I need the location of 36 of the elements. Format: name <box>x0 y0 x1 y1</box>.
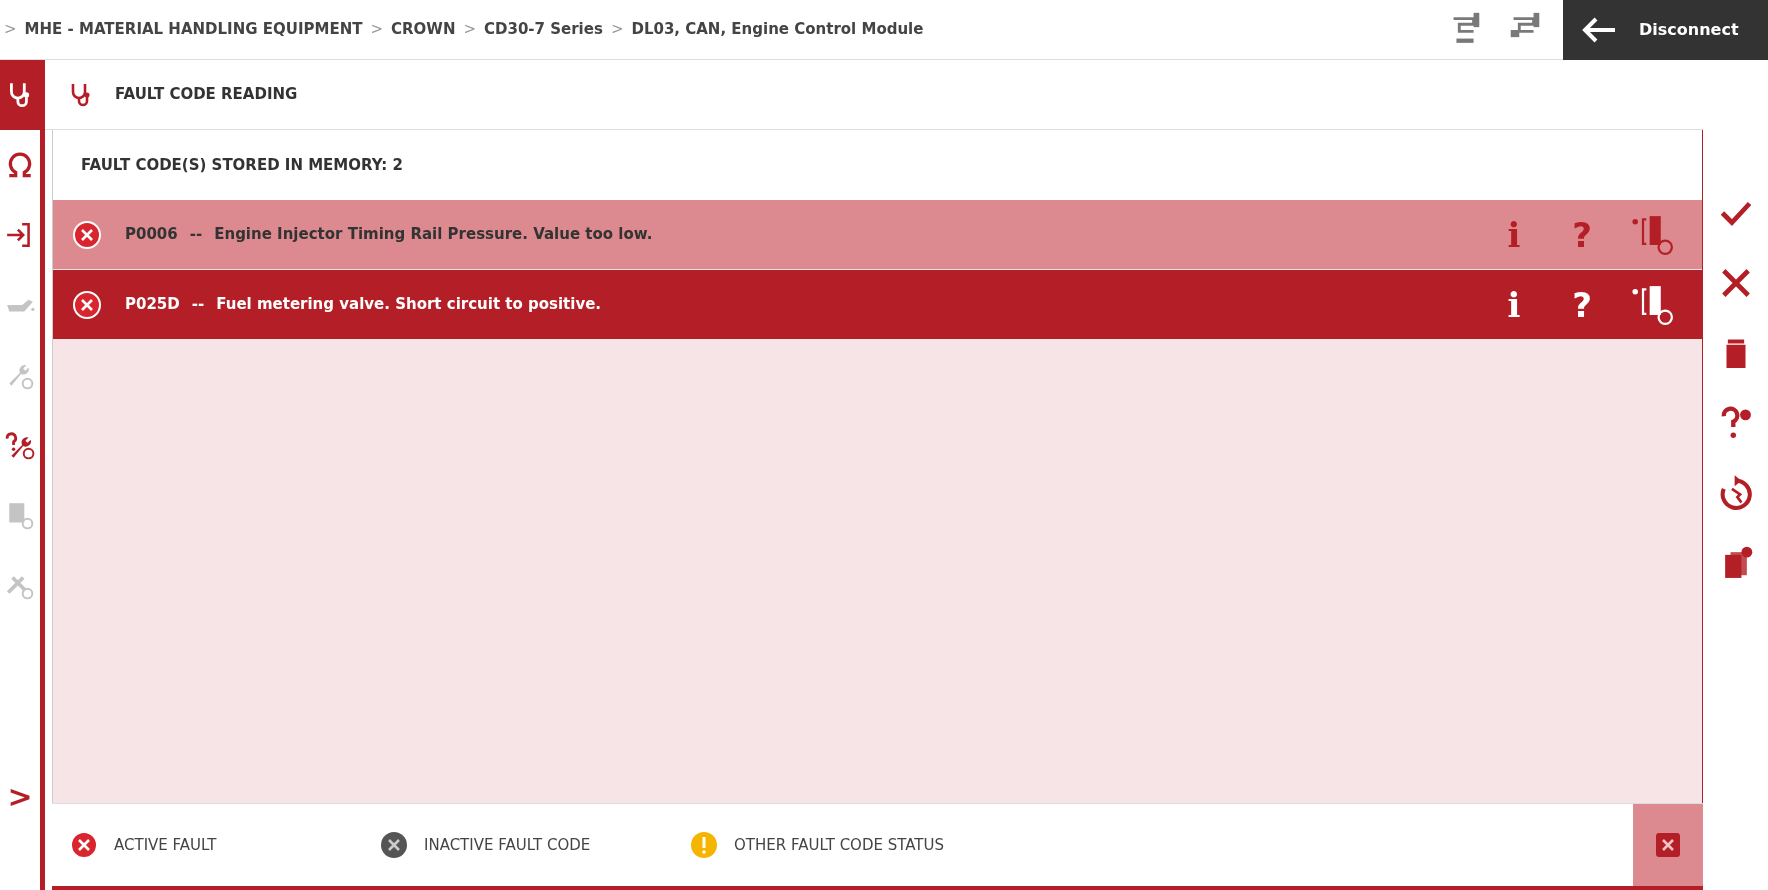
breadcrumb-separator: > <box>463 19 477 41</box>
fault-description: Engine Injector Timing Rail Pressure. Value too low. <box>214 224 653 246</box>
help-wrench-globe-icon <box>5 430 35 460</box>
fault-row[interactable]: P025D -- Fuel metering valve. Short circuit to positive. i ? <box>53 270 1702 340</box>
close-icon <box>1656 833 1680 857</box>
legend-label: OTHER FAULT CODE STATUS <box>734 834 944 856</box>
breadcrumb-link[interactable]: MHE - MATERIAL HANDLING EQUIPMENT <box>24 18 363 41</box>
help-button[interactable]: ? <box>1560 287 1604 322</box>
breadcrumb-link[interactable]: CD30-7 Series <box>484 18 603 41</box>
checklist-globe-icon <box>1630 284 1676 325</box>
sidebar-item[interactable] <box>0 60 40 130</box>
fault-code: P025D <box>125 294 180 316</box>
fault-count: FAULT CODE(S) STORED IN MEMORY: 2 <box>81 154 403 176</box>
separator: -- <box>189 224 203 246</box>
legend-label: ACTIVE FAULT <box>114 834 217 856</box>
error-icon <box>70 831 98 859</box>
error-icon <box>73 220 101 249</box>
separator: -- <box>191 294 205 316</box>
error-icon <box>73 290 101 319</box>
expand-button[interactable]: > <box>0 773 40 820</box>
inactive-icon <box>380 831 408 859</box>
checklist-globe-icon <box>1630 214 1676 255</box>
breadcrumb-separator: > <box>610 19 624 41</box>
fault-code: P0006 <box>125 224 178 246</box>
panel-title: FAULT CODE READING <box>115 84 298 106</box>
disconnect-button[interactable]: Disconnect <box>1563 0 1768 60</box>
breadcrumb-separator: > <box>370 19 384 41</box>
breadcrumb-separator: > <box>4 19 17 41</box>
close-legend-button[interactable] <box>1633 804 1703 886</box>
breadcrumb-link[interactable]: DL03, CAN, Engine Control Module <box>631 18 924 41</box>
info-button[interactable]: i <box>1492 287 1536 322</box>
warning-icon <box>690 831 718 859</box>
legend-label: INACTIVE FAULT CODE <box>424 834 591 856</box>
back-arrow-icon <box>1581 15 1617 44</box>
breadcrumb-link[interactable]: CROWN <box>391 18 456 41</box>
fault-description: Fuel metering valve. Short circuit to positive. <box>216 294 602 316</box>
